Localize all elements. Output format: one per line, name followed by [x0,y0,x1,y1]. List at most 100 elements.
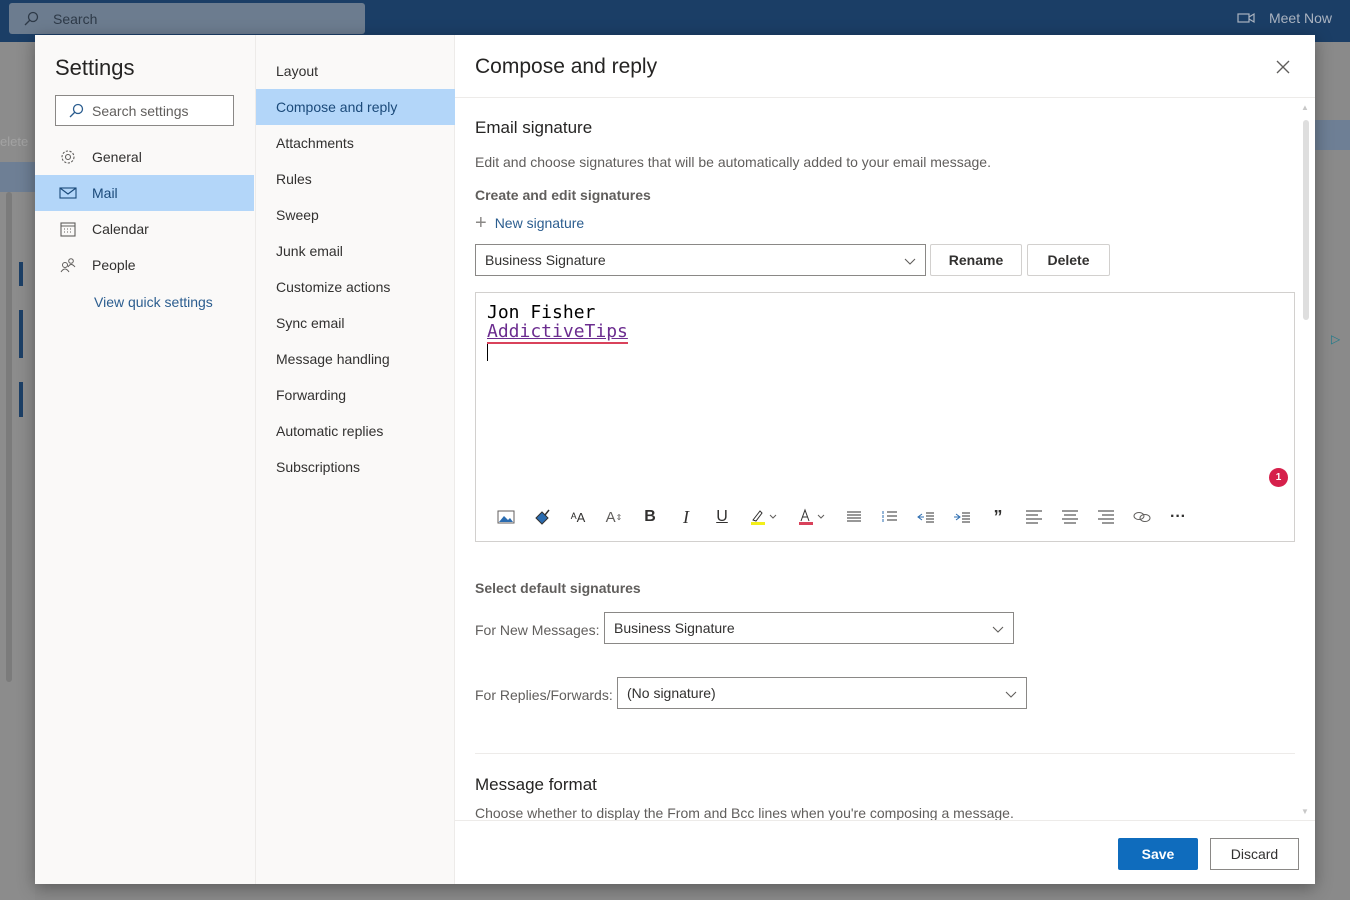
search-icon [69,103,84,117]
nav-item-attachments[interactable]: Attachments [256,125,455,161]
flag-icon: ▷ [1331,332,1341,346]
settings-category-nav: Settings Search settings General Mail Ca… [35,35,255,884]
italic-icon[interactable]: I [668,505,704,529]
chevron-down-icon [992,626,1004,633]
sidebar-item-label: Calendar [92,221,149,237]
sidebar-item-label: General [92,149,142,165]
mail-settings-nav: Layout Compose and reply Attachments Rul… [255,35,455,884]
insert-picture-icon[interactable] [488,505,524,529]
scroll-up-arrow[interactable]: ▲ [1301,103,1309,112]
new-messages-label: For New Messages: [475,622,600,638]
nav-item-forwarding[interactable]: Forwarding [256,377,455,413]
select-default-signatures-label: Select default signatures [475,580,641,596]
search-icon [24,11,39,25]
replies-forwards-signature-select[interactable]: (No signature) [617,677,1027,709]
sidebar-item-calendar[interactable]: Calendar [35,211,254,247]
format-painter-icon[interactable] [524,505,560,529]
page-title: Compose and reply [475,55,658,78]
search-settings-placeholder: Search settings [92,102,189,119]
search-settings-input[interactable]: Search settings [55,95,234,126]
email-signature-heading: Email signature [475,118,593,137]
bullets-icon[interactable] [836,505,872,529]
people-icon [59,256,77,274]
signature-select[interactable]: Business Signature [475,244,926,276]
font-size-icon[interactable]: ᴬA [560,505,596,529]
link-icon[interactable] [1124,505,1160,529]
background-reading-pane: ▷ [1315,42,1350,900]
nav-item-junk-email[interactable]: Junk email [256,233,455,269]
header-divider [455,97,1315,98]
bold-icon[interactable]: B [632,505,668,529]
create-edit-signatures-label: Create and edit signatures [475,187,651,203]
dialog-footer: Save Discard [455,820,1315,884]
close-icon[interactable] [1273,57,1293,77]
discard-button[interactable]: Discard [1210,838,1299,870]
content-scrollbar[interactable] [1303,120,1309,320]
background-strip [1315,120,1350,150]
new-messages-signature-select[interactable]: Business Signature [604,612,1014,644]
nav-item-subscriptions[interactable]: Subscriptions [256,449,455,485]
global-search-box[interactable]: Search [9,3,365,34]
align-center-icon[interactable] [1052,505,1088,529]
numbering-icon[interactable] [872,505,908,529]
scroll-down-arrow[interactable]: ▼ [1301,807,1309,816]
view-quick-settings-link[interactable]: View quick settings [94,294,213,310]
new-signature-label: New signature [494,215,585,231]
formatting-toolbar: ᴬA A ⇕ B I U ” ··· [488,505,1196,529]
delete-button[interactable]: Delete [1027,244,1110,276]
grow-font-icon[interactable]: A ⇕ [596,505,632,529]
sidebar-item-people[interactable]: People [35,247,254,283]
global-search-placeholder: Search [53,10,98,27]
notification-badge: 1 [1269,468,1288,487]
new-messages-select-value: Business Signature [614,620,735,636]
highlight-icon[interactable] [740,505,788,529]
increase-indent-icon[interactable] [944,505,980,529]
align-left-icon[interactable] [1016,505,1052,529]
decrease-indent-icon[interactable] [908,505,944,529]
settings-title: Settings [55,55,135,80]
underline-icon[interactable]: U [704,505,740,529]
background-mail-list: elete [0,42,35,900]
nav-item-layout[interactable]: Layout [256,53,455,89]
text-caret [487,344,488,361]
nav-item-automatic-replies[interactable]: Automatic replies [256,413,455,449]
unread-marker [19,382,23,417]
video-camera-icon [1237,12,1255,24]
gear-icon [59,148,77,166]
calendar-icon [59,220,77,238]
signature-select-value: Business Signature [485,252,606,268]
more-options-icon[interactable]: ··· [1160,505,1196,529]
replies-forwards-label: For Replies/Forwards: [475,687,613,703]
email-signature-description: Edit and choose signatures that will be … [475,154,991,170]
unread-marker [19,262,23,286]
signature-line-name[interactable]: Jon Fisher [487,302,595,323]
compose-and-reply-pane: Compose and reply ▲ ▼ Email signature Ed… [455,35,1315,884]
meet-now-button[interactable]: Meet Now [1237,10,1332,26]
nav-item-customize-actions[interactable]: Customize actions [256,269,455,305]
plus-icon: + [475,212,487,234]
background-scrollbar [6,192,12,682]
section-divider [475,753,1295,754]
signature-line-link[interactable]: AddictiveTips [487,321,628,344]
sidebar-item-general[interactable]: General [35,139,254,175]
quote-icon[interactable]: ” [980,505,1016,529]
sidebar-item-mail[interactable]: Mail [35,175,254,211]
meet-now-label: Meet Now [1268,10,1332,26]
signature-editor[interactable]: Jon Fisher AddictiveTips 1 ᴬA A ⇕ B I U ” [475,292,1295,542]
background-strip [0,162,35,192]
save-button[interactable]: Save [1118,838,1198,870]
rename-button[interactable]: Rename [930,244,1022,276]
nav-item-message-handling[interactable]: Message handling [256,341,455,377]
background-delete-label: elete [0,134,29,149]
message-format-heading: Message format [475,775,597,794]
new-signature-button[interactable]: + New signature [475,212,585,234]
unread-marker [19,310,23,358]
nav-item-rules[interactable]: Rules [256,161,455,197]
align-right-icon[interactable] [1088,505,1124,529]
nav-item-compose-and-reply[interactable]: Compose and reply [256,89,455,125]
mail-icon [59,184,77,202]
nav-item-sweep[interactable]: Sweep [256,197,455,233]
font-color-icon[interactable] [788,505,836,529]
nav-item-sync-email[interactable]: Sync email [256,305,455,341]
sidebar-item-label: People [92,257,136,273]
